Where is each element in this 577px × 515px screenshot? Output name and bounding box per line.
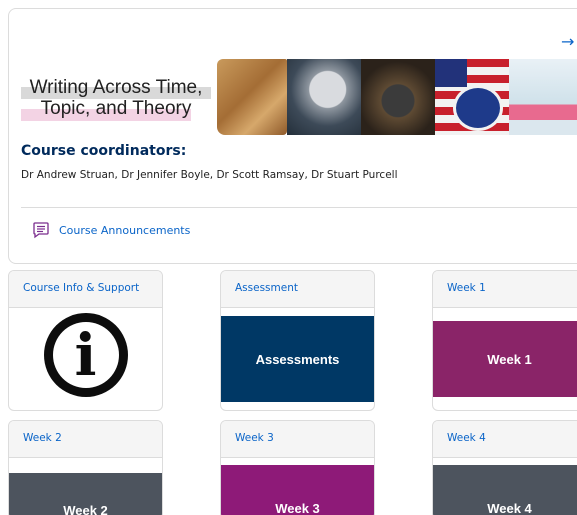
tile-image: Week 1: [433, 321, 577, 397]
divider: [21, 207, 577, 208]
tile-image: Assessments: [221, 316, 374, 402]
banner-title-line1: Writing Across Time,: [29, 77, 203, 98]
tile-image: Week 2: [9, 473, 162, 515]
statue-image: [287, 59, 361, 135]
chat-message-icon: [32, 221, 50, 239]
course-announcements-link[interactable]: Course Announcements: [32, 221, 190, 239]
info-icon: i: [43, 313, 128, 397]
coordinators-heading: Course coordinators:: [21, 143, 187, 159]
flag-image: [435, 59, 509, 135]
tile-image: i: [9, 308, 162, 402]
course-announcements-label: Course Announcements: [59, 223, 191, 237]
tile-header: Week 2: [9, 421, 162, 458]
tile-image: Week 3: [221, 465, 374, 515]
banner-title: Writing Across Time, Topic, and Theory: [21, 59, 211, 135]
tile-header: Week 3: [221, 421, 374, 458]
tile-image-label: Week 1: [487, 351, 532, 367]
tile-week-3[interactable]: Week 3 Week 3: [220, 420, 375, 515]
tile-assessment[interactable]: Assessment Assessments: [220, 270, 375, 411]
tile-header: Assessment: [221, 271, 374, 308]
tile-image-label: Week 4: [487, 500, 532, 515]
tile-image-label: Assessments: [255, 351, 340, 367]
arrow-right-icon[interactable]: →: [561, 33, 574, 51]
tile-header: Course Info & Support: [9, 271, 162, 308]
tile-week-4[interactable]: Week 4 Week 4: [432, 420, 577, 515]
course-banner: Writing Across Time, Topic, and Theory: [21, 59, 577, 135]
papyrus-image: [217, 59, 287, 135]
tile-image-label: Week 3: [275, 500, 320, 515]
tile-course-info[interactable]: Course Info & Support i: [8, 270, 163, 411]
laboratory-image: [509, 59, 577, 135]
tile-week-2[interactable]: Week 2 Week 2: [8, 420, 163, 515]
tile-header: Week 1: [433, 271, 577, 308]
banner-title-line2: Topic, and Theory: [40, 98, 192, 119]
tile-image-label: Week 2: [63, 502, 108, 515]
tile-image: Week 4: [433, 465, 577, 515]
typewriter-image: [361, 59, 435, 135]
tile-week-1[interactable]: Week 1 Week 1: [432, 270, 577, 411]
tile-header: Week 4: [433, 421, 577, 458]
coordinators-names: Dr Andrew Struan, Dr Jennifer Boyle, Dr …: [21, 169, 398, 181]
